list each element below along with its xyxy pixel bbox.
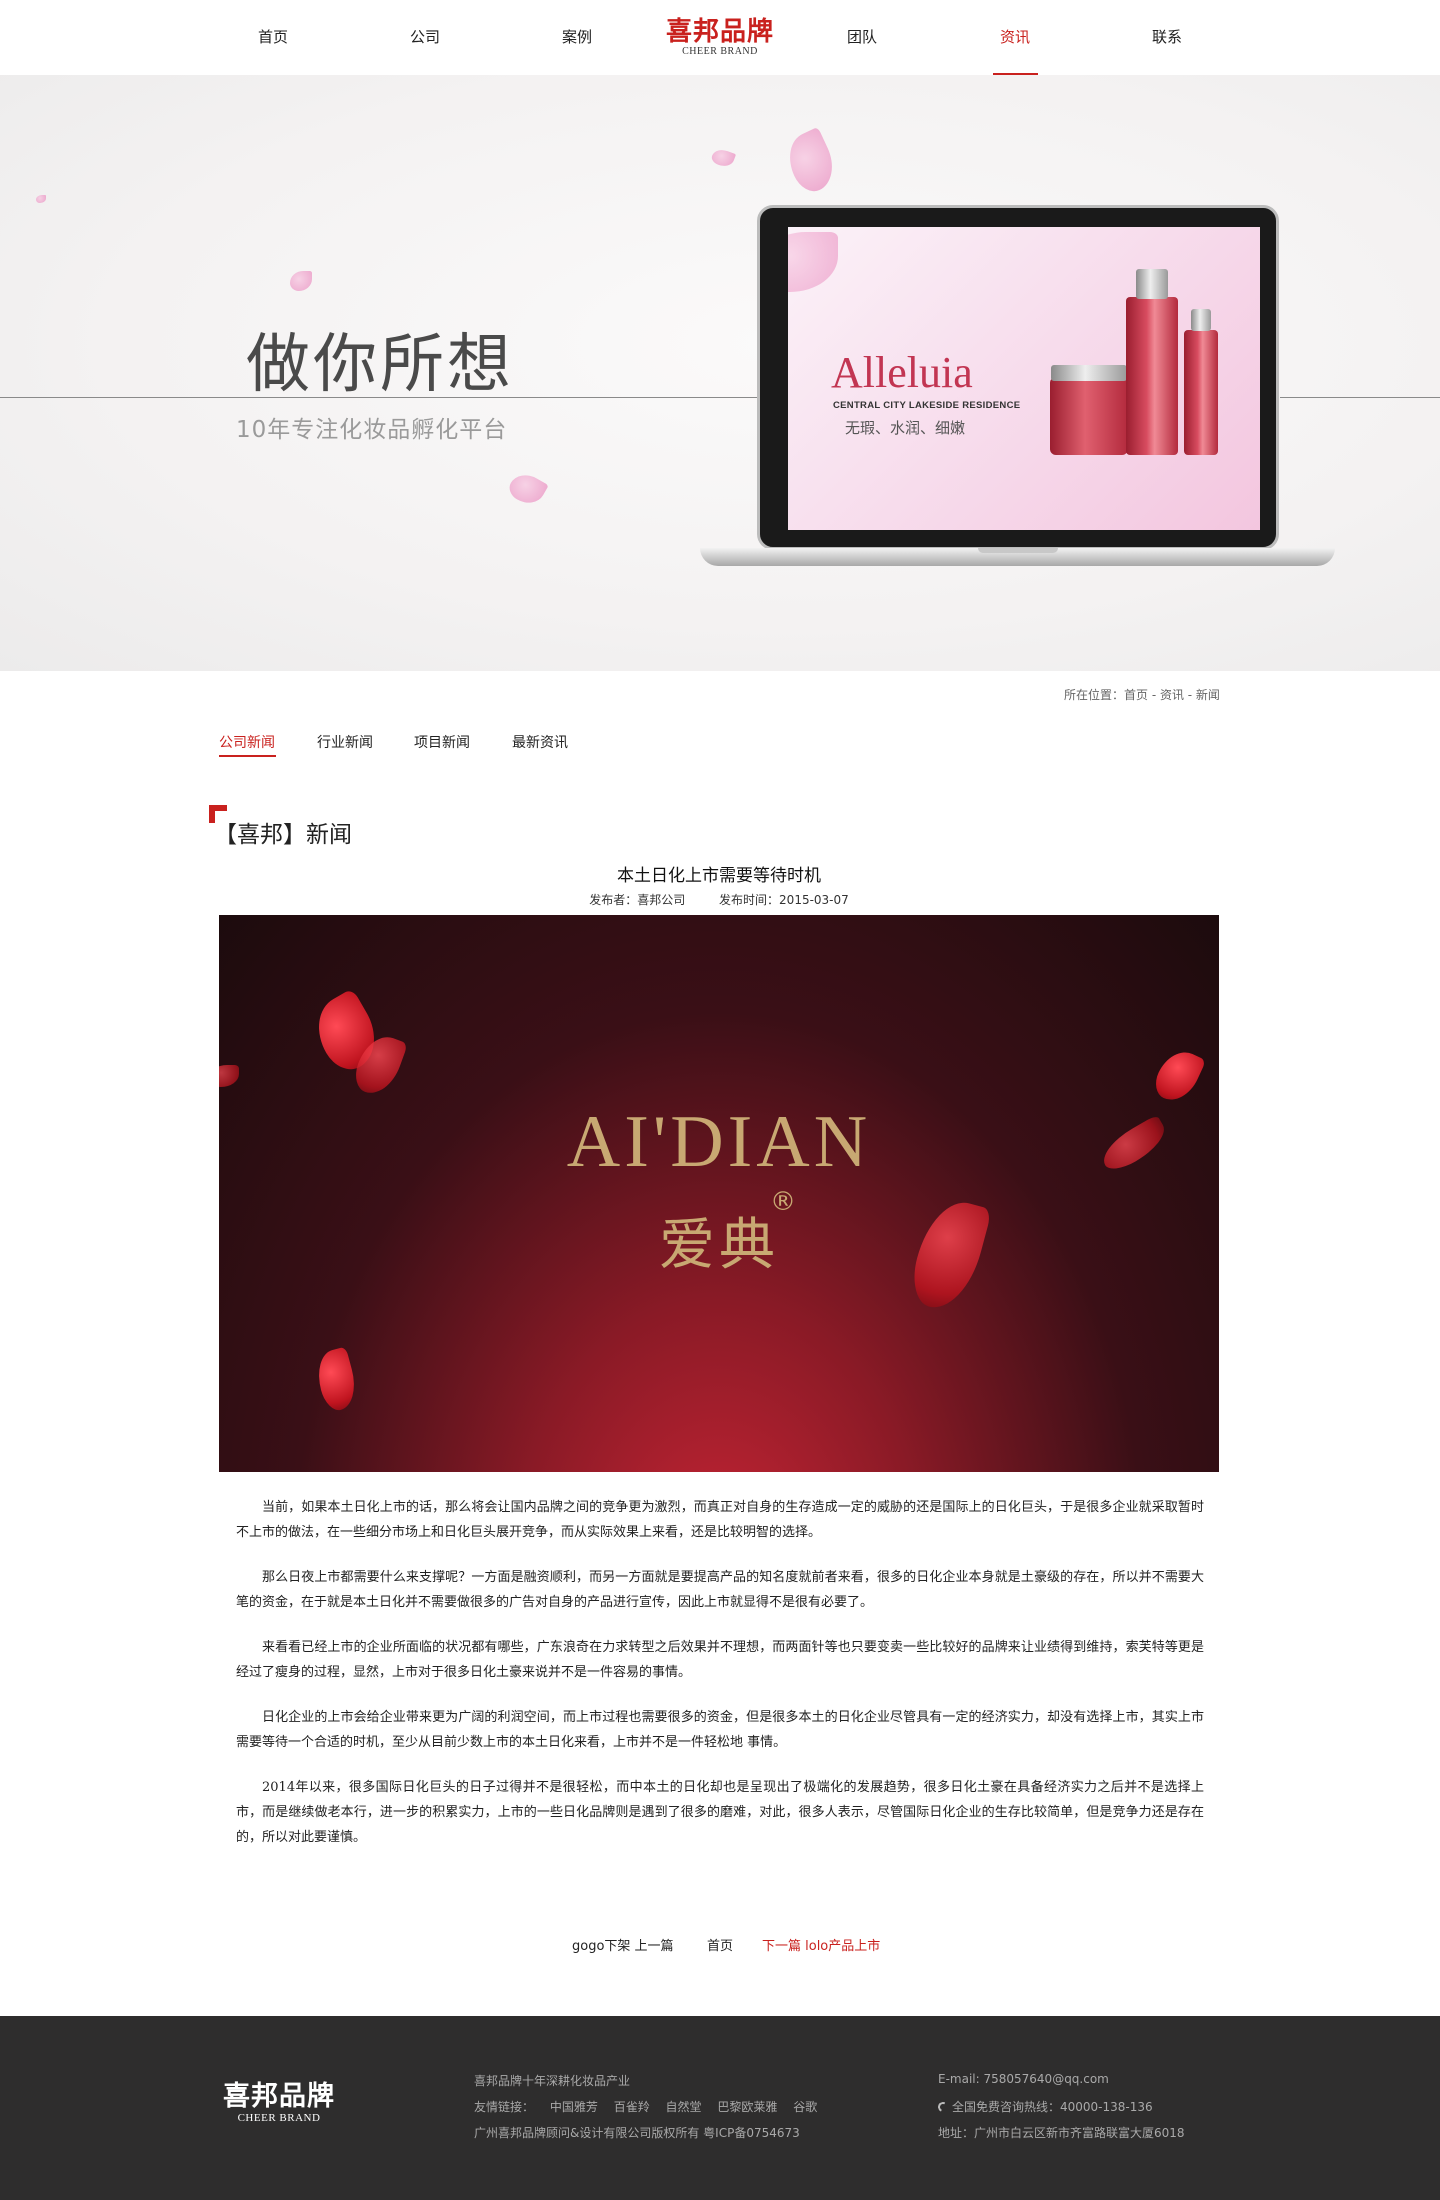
laptop-mockup: Alleluia CENTRAL CITY LAKESIDE RESIDENCE… (700, 205, 1335, 575)
nav-item-home[interactable]: 首页 (243, 26, 303, 47)
footer-hotline: 全国免费咨询热线：40000-138-136 (936, 2098, 1153, 2115)
nav-item-contact[interactable]: 联系 (1137, 26, 1197, 47)
screen-brand-sub: CENTRAL CITY LAKESIDE RESIDENCE (833, 400, 1021, 411)
petal-decoration (788, 232, 838, 292)
red-petal (1149, 1044, 1207, 1108)
subnav-project-news[interactable]: 项目新闻 (414, 732, 470, 752)
friend-link-pechoin[interactable]: 百雀羚 (614, 2100, 650, 2114)
article-paragraph: 日化企业的上市会给企业带来更为广阔的利润空间，而上市过程也需要很多的资金，但是很… (236, 1710, 1204, 1750)
footer-address: 地址：广州市白云区新市齐富路联富大厦6018 (938, 2126, 1185, 2140)
footer-copyright: 广州喜邦品牌顾问&设计有限公司版权所有 粤ICP备0754673 (474, 2126, 800, 2140)
aidian-brand-cn: 爱典 (659, 1213, 779, 1278)
footer-logo[interactable]: 喜邦品牌 CHEER BRAND (217, 2081, 341, 2125)
article-paragraph: 当前，如果本土日化上市的话，那么将会让国内品牌之间的竞争更为激烈，而真正对自身的… (236, 1500, 1204, 1540)
laptop-screen: Alleluia CENTRAL CITY LAKESIDE RESIDENCE… (788, 227, 1260, 530)
site-header: 首页 公司 案例 喜邦品牌 CHEER BRAND 团队 资讯 联系 (0, 0, 1440, 75)
banner-subtitle: 10年专注化妆品孵化平台 (236, 417, 508, 443)
subnav-latest-news[interactable]: 最新资讯 (512, 732, 568, 752)
nav-item-team[interactable]: 团队 (832, 26, 892, 47)
article-paragraph: 2014年以来，很多国际日化巨头的日子过得并不是很轻松，而中本土的日化却也是呈现… (236, 1780, 1204, 1845)
product-bottle-cap (1191, 309, 1211, 331)
petal-decoration (779, 126, 843, 198)
footer-logo-en: CHEER BRAND (237, 2112, 321, 2124)
friend-link-avon[interactable]: 中国雅芳 (550, 2100, 598, 2114)
site-logo[interactable]: 喜邦品牌 CHEER BRAND (663, 18, 777, 58)
pager-home-link[interactable]: 首页 (707, 1935, 733, 1954)
product-bottle-cap (1136, 269, 1168, 299)
laptop-base-notch (978, 548, 1058, 553)
product-jar (1050, 377, 1128, 455)
footer-friend-links: 友情链接： 中国雅芳 百雀羚 自然堂 巴黎欧莱雅 谷歌 (474, 2098, 829, 2115)
product-bottle (1126, 297, 1178, 455)
article-paragraph: 那么日夜上市都需要什么来支撑呢？一方面是融资顺利，而另一方面就是要提高产品的知名… (236, 1570, 1204, 1610)
breadcrumb: 所在位置：首页 - 资讯 - 新闻 (1064, 688, 1220, 702)
footer-email[interactable]: E-mail: 758057640@qq.com (938, 2072, 1109, 2086)
article-paragraph: 来看看已经上市的企业所面临的状况都有哪些，广东浪奇在力求转型之后效果并不理想，而… (236, 1640, 1204, 1680)
petal-decoration (36, 195, 46, 203)
article-meta: 发布者：喜邦公司 发布时间：2015-03-07 (219, 891, 1219, 908)
pager-next-link[interactable]: 下一篇 lolo产品上市 (762, 1935, 880, 1954)
logo-text-en: CHEER BRAND (682, 46, 758, 57)
screen-tagline: 无瑕、水润、细嫩 (845, 419, 966, 437)
footer-hotline-text: 全国免费咨询热线：40000-138-136 (952, 2100, 1153, 2114)
product-jar-cap (1051, 365, 1127, 381)
registered-mark: ® (770, 1187, 796, 1217)
article-image: AI'DIAN 爱典 ® (219, 915, 1219, 1472)
footer-logo-cn: 喜邦品牌 (223, 2081, 335, 2112)
red-petal (219, 1065, 239, 1087)
article-title: 本土日化上市需要等待时机 (617, 866, 821, 886)
article-body: 当前，如果本土日化上市的话，那么将会让国内品牌之间的竞争更为激烈，而真正对自身的… (236, 1495, 1204, 1870)
petal-decoration (505, 468, 549, 510)
logo-text-cn: 喜邦品牌 (665, 17, 774, 47)
pager-previous-link[interactable]: gogo下架 上一篇 (572, 1935, 674, 1954)
article-date: 发布时间：2015-03-07 (719, 893, 849, 907)
nav-item-company[interactable]: 公司 (395, 26, 455, 47)
friend-link-google[interactable]: 谷歌 (793, 2100, 817, 2114)
subnav-active-indicator (219, 755, 276, 757)
friend-link-chando[interactable]: 自然堂 (666, 2100, 702, 2114)
aidian-brand-en: AI'DIAN (566, 1101, 872, 1183)
footer-slogan: 喜邦品牌十年深耕化妆品产业 (474, 2074, 631, 2088)
petal-decoration (709, 146, 737, 170)
article-publisher: 发布者：喜邦公司 (589, 893, 686, 907)
hero-banner: 做你所想 10年专注化妆品孵化平台 Alleluia CENTRAL CITY … (0, 75, 1440, 671)
product-bottle (1184, 330, 1218, 455)
subnav-industry-news[interactable]: 行业新闻 (317, 732, 373, 752)
friend-link-loreal[interactable]: 巴黎欧莱雅 (717, 2100, 777, 2114)
petal-decoration (290, 271, 312, 291)
nav-item-news[interactable]: 资讯 (985, 26, 1045, 47)
nav-item-cases[interactable]: 案例 (547, 26, 607, 47)
subnav-company-news[interactable]: 公司新闻 (219, 732, 275, 752)
site-footer: 喜邦品牌 CHEER BRAND 喜邦品牌十年深耕化妆品产业 友情链接： 中国雅… (0, 2016, 1440, 2200)
friend-links-label: 友情链接： (474, 2100, 535, 2114)
screen-brand-name: Alleluia (831, 348, 973, 397)
section-title: 【喜邦】新闻 (214, 822, 352, 848)
phone-icon (936, 2100, 950, 2114)
red-petal (311, 1346, 362, 1414)
banner-title: 做你所想 (246, 328, 514, 402)
